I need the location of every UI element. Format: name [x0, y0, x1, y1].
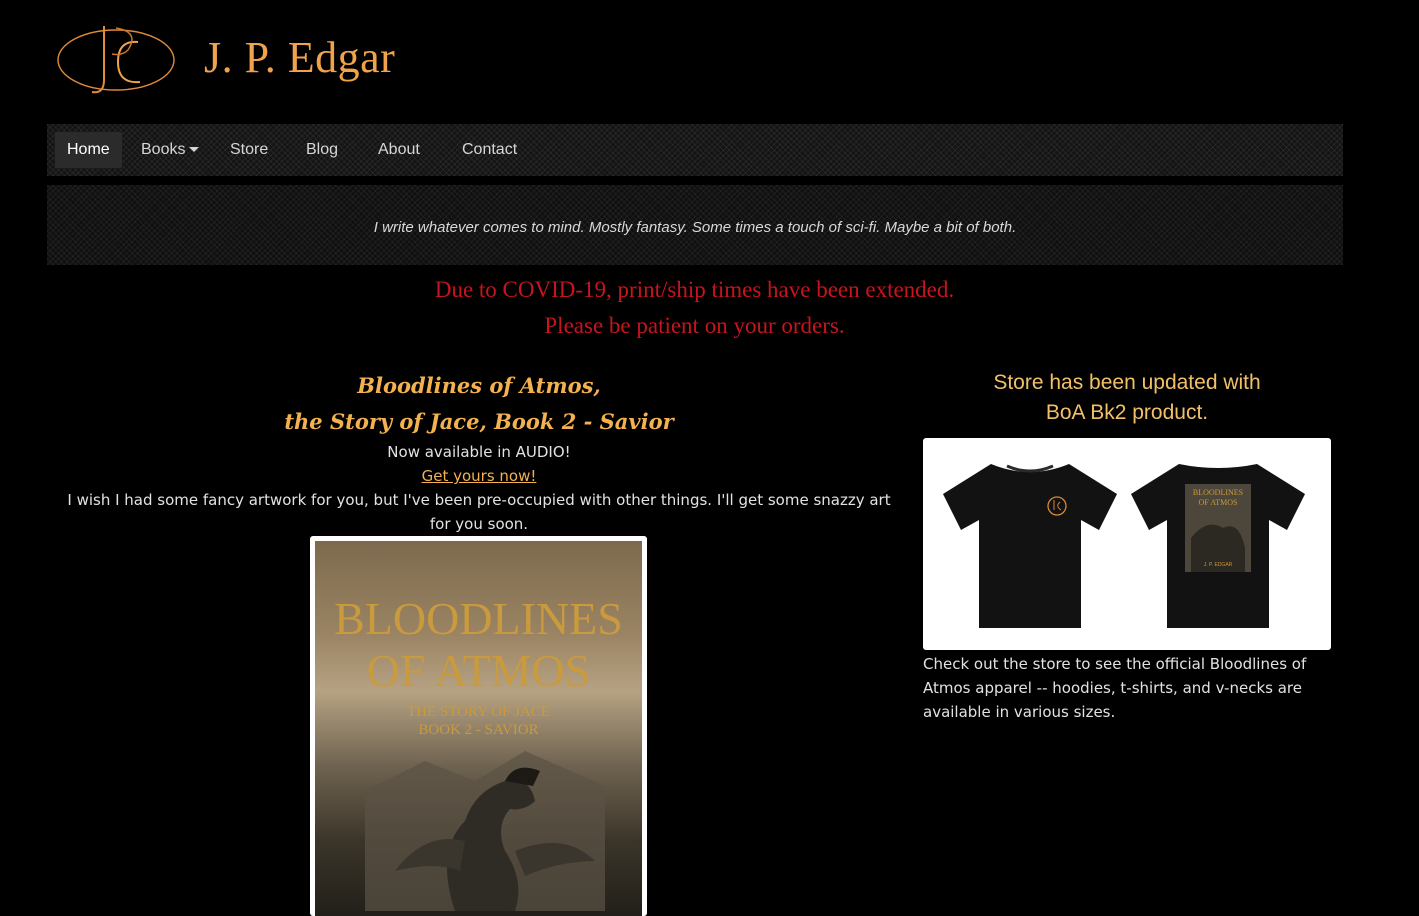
dragon-illustration-icon	[365, 751, 605, 911]
nav-item-contact[interactable]: Contact	[450, 132, 529, 168]
store-heading-line2: BoA Bk2 product.	[1045, 401, 1209, 424]
nav-item-label: Books	[141, 141, 186, 158]
audio-availability-text: Now available in AUDIO!	[387, 443, 571, 461]
tshirt-front-icon	[943, 464, 1117, 628]
tagline-text: I write whatever comes to mind. Mostly f…	[373, 219, 1017, 236]
cover-title-line2: OF ATMOS	[366, 645, 591, 696]
nav-item-about[interactable]: About	[366, 132, 432, 168]
store-update-section: Store has been updated with BoA Bk2 prod…	[923, 368, 1331, 724]
nav-item-label: About	[378, 141, 420, 158]
covid-notice-line1: Due to COVID-19, print/ship times have b…	[434, 277, 955, 302]
nav-item-home[interactable]: Home	[55, 132, 122, 168]
nav-item-blog[interactable]: Blog	[294, 132, 350, 168]
shirt-print-author: J. P. EDGAR	[1203, 562, 1233, 568]
feature-title-line1: Bloodlines of Atmos,	[357, 373, 601, 398]
feature-description: I wish I had some fancy artwork for you,…	[67, 491, 891, 533]
shirt-print-title: BLOODLINES OF ATMOS	[1192, 488, 1244, 507]
nav-item-label: Contact	[462, 141, 518, 158]
tagline-banner: I write whatever comes to mind. Mostly f…	[47, 185, 1343, 265]
store-description: Check out the store to see the official …	[923, 655, 1307, 721]
store-heading-line1: Store has been updated with	[993, 371, 1261, 394]
nav-item-store[interactable]: Store	[218, 132, 280, 168]
tshirt-product-image[interactable]: BLOODLINES OF ATMOS J. P. EDGAR	[923, 438, 1331, 650]
tshirt-back-icon	[1131, 464, 1305, 628]
site-header: J. P. Edgar	[0, 0, 1419, 120]
jpe-monogram-logo-icon[interactable]	[56, 20, 180, 100]
get-yours-link[interactable]: Get yours now!	[422, 467, 537, 485]
nav-item-label: Blog	[306, 141, 339, 158]
main-navbar: Home Books Store Blog About Contact	[47, 124, 1343, 176]
book-cover-image[interactable]: BLOODLINES OF ATMOS THE STORY OF JACE BO…	[310, 536, 647, 916]
cover-title-line1: BLOODLINES	[334, 593, 623, 644]
site-title[interactable]: J. P. Edgar	[204, 32, 395, 83]
nav-item-label: Home	[67, 141, 110, 158]
feature-section: Bloodlines of Atmos, the Story of Jace, …	[60, 368, 898, 536]
covid-notice-line2: Please be patient on your orders.	[544, 313, 845, 338]
feature-title-line2: the Story of Jace, Book 2 - Savior	[284, 409, 674, 434]
caret-down-icon	[189, 147, 200, 153]
book-cover-art: BLOODLINES OF ATMOS THE STORY OF JACE BO…	[315, 541, 642, 916]
nav-item-label: Store	[230, 141, 269, 158]
cover-subtitle-line1: THE STORY OF JACE	[407, 704, 550, 720]
nav-item-books[interactable]: Books	[129, 132, 211, 168]
